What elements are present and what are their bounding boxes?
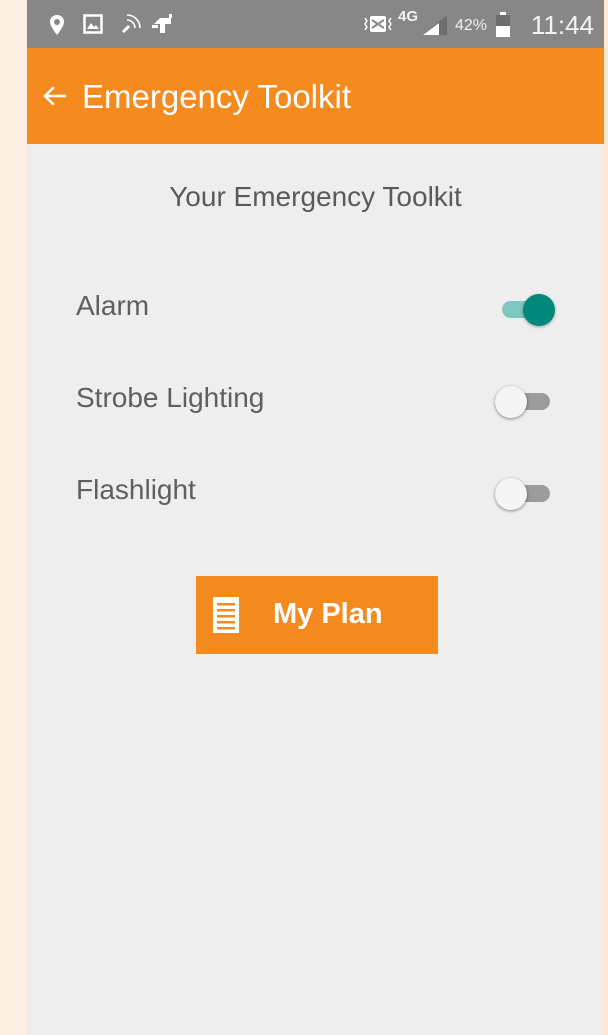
nfc-icon [121, 14, 141, 34]
phone-screen: 4G 42% 11:44 Emergency Toolkit Your Emer… [27, 0, 604, 1035]
page-margin-right [604, 0, 608, 1035]
flashlight-label: Flashlight [76, 474, 196, 505]
toggle-row-flashlight: Flashlight [27, 460, 604, 520]
toggle-row-strobe-lighting: Strobe Lighting [27, 368, 604, 428]
strobe-lighting-label: Strobe Lighting [76, 382, 265, 413]
signal-icon [423, 15, 447, 35]
image-icon [83, 14, 103, 34]
strobe-lighting-toggle[interactable] [495, 386, 557, 418]
toggle-thumb [495, 478, 527, 510]
battery-percent: 42% [455, 17, 488, 34]
page-margin-left [0, 0, 27, 1035]
status-bar: 4G 42% 11:44 [27, 0, 604, 48]
alarm-label: Alarm [76, 290, 150, 321]
android-debug-icon [152, 14, 172, 33]
vibrate-icon [364, 16, 392, 32]
my-plan-button[interactable]: My Plan [196, 576, 438, 654]
page-heading: Your Emergency Toolkit [169, 181, 462, 212]
network-type: 4G [398, 8, 419, 25]
my-plan-label: My Plan [273, 598, 383, 630]
app-bar: Emergency Toolkit [27, 48, 604, 144]
arrow-left-icon[interactable] [39, 80, 71, 112]
toggle-thumb [523, 294, 555, 326]
flashlight-toggle[interactable] [495, 478, 557, 510]
toggle-thumb [495, 386, 527, 418]
battery-icon [496, 12, 510, 37]
app-title: Emergency Toolkit [82, 78, 352, 115]
alarm-toggle[interactable] [499, 294, 557, 326]
toggle-row-alarm: Alarm [27, 276, 604, 336]
document-icon [213, 597, 239, 633]
location-pin-icon [50, 15, 64, 35]
status-clock: 11:44 [530, 10, 594, 40]
